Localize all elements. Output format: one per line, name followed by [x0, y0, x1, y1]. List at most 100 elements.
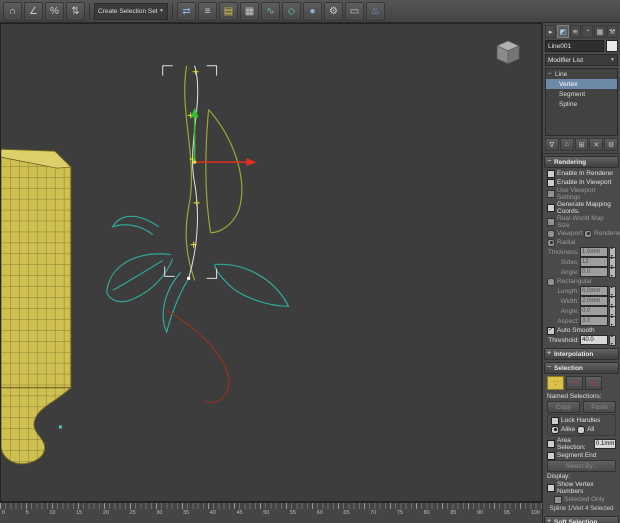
- segment-end-checkbox[interactable]: [547, 451, 555, 460]
- width-field[interactable]: 2.0mm: [580, 296, 608, 306]
- selected-only-checkbox[interactable]: [554, 495, 562, 504]
- length-field[interactable]: 6.0mm: [580, 286, 608, 296]
- leaf-vein-left[interactable]: [112, 260, 164, 291]
- thickness-field[interactable]: 1.0mm: [580, 247, 608, 257]
- viewcube[interactable]: [496, 40, 520, 65]
- show-vertex-numbers-checkbox[interactable]: [547, 484, 555, 492]
- spinner-arrows[interactable]: [609, 315, 616, 327]
- render-setup-icon[interactable]: ⚙: [324, 1, 343, 21]
- material-editor-icon[interactable]: ●: [303, 1, 322, 21]
- render-production-icon[interactable]: ♨: [366, 1, 385, 21]
- modifier-list-dropdown[interactable]: Modifier List ▼: [545, 54, 618, 66]
- aspect-label: Aspect:: [557, 317, 579, 325]
- auto-smooth-checkbox[interactable]: ✓: [547, 326, 555, 335]
- all-radio[interactable]: [577, 425, 586, 434]
- tab-motion[interactable]: ◔: [581, 25, 594, 38]
- enable-in-renderer-checkbox[interactable]: [547, 169, 555, 178]
- percent-snap-icon[interactable]: %: [45, 1, 64, 21]
- sides-field[interactable]: 12: [580, 257, 608, 267]
- alike-radio[interactable]: [551, 425, 559, 434]
- configure-modifier-sets-icon[interactable]: ⚙: [604, 138, 618, 151]
- spline-endpoint-marker[interactable]: [58, 425, 62, 429]
- use-viewport-settings-checkbox[interactable]: [547, 190, 555, 198]
- renderer-radio[interactable]: [584, 229, 593, 238]
- object-name-field[interactable]: Line001: [545, 40, 604, 52]
- renderer-radio-label: Renderer: [594, 230, 620, 237]
- rollout-interpolation-header[interactable]: + Interpolation: [544, 348, 619, 360]
- modifier-list-label: Modifier List: [548, 56, 584, 64]
- move-gizmo[interactable]: [190, 107, 257, 167]
- rollout-soft-selection-header[interactable]: + Soft Selection: [544, 516, 619, 523]
- make-unique-icon[interactable]: ⊞: [574, 138, 589, 151]
- stack-item-spline[interactable]: Spline: [546, 99, 617, 109]
- spinner-snap-icon[interactable]: ⇅: [66, 1, 85, 21]
- paste-button[interactable]: Paste: [583, 401, 616, 413]
- stack-item-segment[interactable]: Segment: [546, 89, 617, 99]
- table-leg-object[interactable]: [1, 148, 73, 465]
- aspect-field[interactable]: 3.0: [580, 316, 608, 326]
- pin-stack-icon[interactable]: ∇: [545, 138, 559, 151]
- rollout-selection-header[interactable]: − Selection: [544, 362, 619, 374]
- rendered-frame-icon[interactable]: ▭: [345, 1, 364, 21]
- stack-item-line[interactable]: − Line: [546, 69, 617, 79]
- spinner-arrows[interactable]: [609, 266, 616, 278]
- tab-display[interactable]: ▦: [594, 25, 606, 38]
- spline-subobject-button[interactable]: ∿: [585, 376, 602, 390]
- area-selection-field[interactable]: 0.1mm: [594, 439, 616, 449]
- leaf-spline-upper-left[interactable]: [111, 215, 160, 236]
- leaf-spline-right[interactable]: [214, 263, 290, 307]
- tab-hierarchy[interactable]: ≋: [569, 25, 581, 38]
- curve-editor-icon[interactable]: ∿: [261, 1, 280, 21]
- schematic-view-icon[interactable]: ◇: [282, 1, 301, 21]
- align-icon[interactable]: ≡: [198, 1, 217, 21]
- toolbar-separator: [172, 3, 173, 19]
- segment-subobject-button[interactable]: ◠: [566, 376, 583, 390]
- use-viewport-settings-label: Use Viewport Settings: [557, 187, 596, 201]
- end-vertex-marker[interactable]: [187, 276, 191, 280]
- bud-spline-inner[interactable]: [205, 109, 212, 233]
- select-by-button[interactable]: Select By...: [547, 460, 616, 472]
- tab-utilities[interactable]: ⚒: [606, 25, 618, 38]
- rollout-soft-selection: + Soft Selection: [544, 516, 619, 523]
- selected-vertex-marker[interactable]: [193, 160, 197, 164]
- threshold-field[interactable]: 40.0: [580, 335, 608, 345]
- bud-spline-outer[interactable]: [208, 109, 243, 234]
- lock-handles-checkbox[interactable]: [551, 416, 559, 425]
- enable-in-renderer-label: Enable In Renderer: [557, 170, 614, 177]
- enable-in-viewport-checkbox[interactable]: [547, 178, 555, 187]
- rollout-rendering: − Rendering Enable In Renderer Enable In…: [544, 156, 620, 346]
- copy-button[interactable]: Copy: [547, 401, 580, 413]
- angle-radial-field[interactable]: 0.0: [580, 267, 608, 277]
- viewport-canvas[interactable]: [1, 24, 541, 501]
- gizmo-y-arrowhead[interactable]: [190, 107, 199, 118]
- show-end-result-icon[interactable]: ⌂: [559, 138, 574, 151]
- generate-mapping-coords-checkbox[interactable]: [547, 204, 555, 212]
- stem-spline[interactable]: [166, 309, 230, 404]
- stack-item-vertex[interactable]: Vertex: [546, 79, 617, 89]
- collapse-icon[interactable]: −: [548, 71, 553, 77]
- area-selection-checkbox[interactable]: [547, 440, 555, 448]
- layer-manager-icon[interactable]: ▤: [219, 1, 238, 21]
- tab-create[interactable]: ▸: [545, 25, 557, 38]
- rectangular-radio[interactable]: [547, 277, 555, 286]
- real-world-map-size-checkbox[interactable]: [547, 218, 555, 226]
- mirror-icon[interactable]: ⇄: [177, 1, 196, 21]
- vertex-subobject-button[interactable]: ∵: [547, 376, 564, 390]
- angle-rect-field[interactable]: 0.0: [580, 306, 608, 316]
- viewport-radio[interactable]: [547, 229, 555, 238]
- leaf-splines[interactable]: [106, 215, 290, 334]
- radial-radio[interactable]: [547, 238, 555, 247]
- remove-modifier-icon[interactable]: ✕: [589, 138, 604, 151]
- angle-snap-icon[interactable]: ∠: [24, 1, 43, 21]
- snaps-toggle-icon[interactable]: ∩: [3, 1, 22, 21]
- graphite-ribbon-icon[interactable]: ▦: [240, 1, 259, 21]
- object-color-swatch[interactable]: [606, 40, 618, 52]
- viewport-front[interactable]: [0, 23, 542, 502]
- rollout-rendering-header[interactable]: − Rendering: [544, 156, 619, 168]
- spinner-arrows[interactable]: [609, 334, 616, 346]
- named-selection-sets-dropdown[interactable]: Create Selection Set ▼: [94, 2, 168, 20]
- tab-modify[interactable]: ◩: [557, 25, 569, 38]
- gizmo-x-arrowhead[interactable]: [246, 158, 257, 167]
- track-bar[interactable]: 0 5 10 15 20 25 30 35 40 45 50 55 60 65 …: [0, 502, 542, 523]
- leaf-spline-bottom[interactable]: [162, 272, 190, 334]
